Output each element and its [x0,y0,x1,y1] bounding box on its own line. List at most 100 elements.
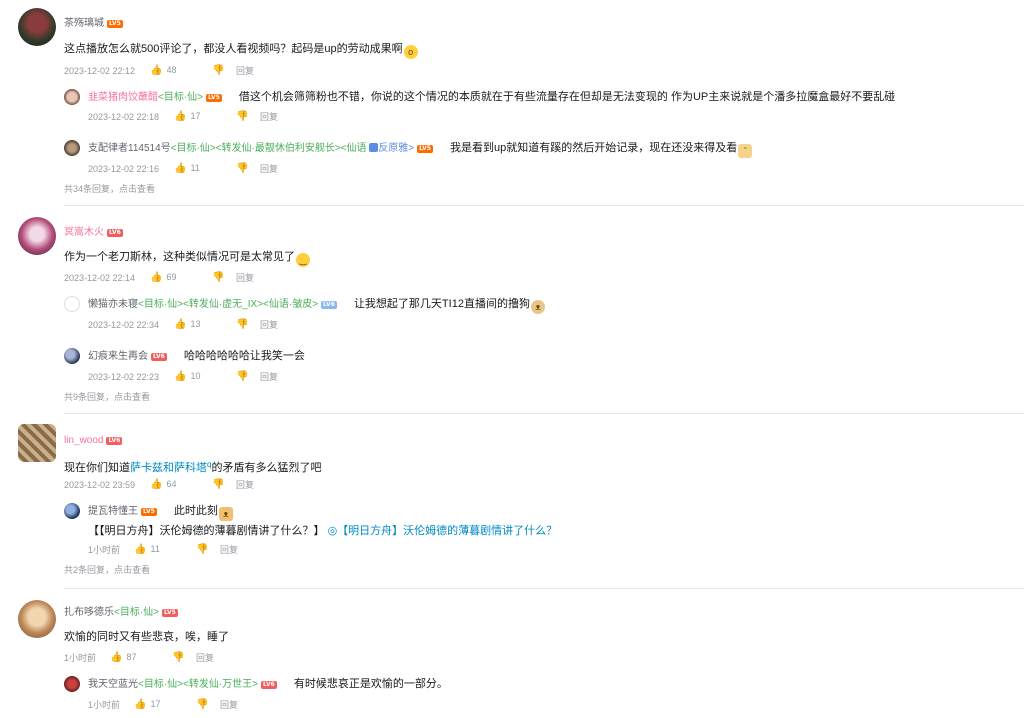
view-more-replies[interactable]: 共9条回复，点击查看 [64,391,150,403]
reply-button[interactable]: 回复 [220,699,238,711]
translate-icon [369,143,379,152]
reply-button[interactable]: 回复 [236,479,254,491]
thumb-down-icon: 👎 [212,65,225,77]
reply-row: 提瓦特懂王 LV5 此时此刻 ᴥ [88,504,233,521]
dislike-button[interactable]: 👎 [236,110,260,123]
divider [64,205,1024,206]
reply-text: 哈哈哈哈哈哈让我笑一会 [183,350,305,362]
thumb-up-icon: 👍 [174,111,187,123]
reply-row: 懒猫亦未寝<目标·仙><转发仙·虚无_IX><仙语·皱皮> LV6 让我想起了那几… [88,297,545,314]
comment-meta: 2023-12-02 23:59 👍 64 👎 回复 [64,478,255,491]
thumb-down-icon: 👎 [236,319,249,331]
search-link[interactable]: 萨卡兹和萨科塔 [130,462,207,474]
thumb-up-icon: 👍 [174,163,187,175]
reply-text: 借这个机会筛筛粉也不错，你说的这个情况的本质就在于有些流量存在但却是无法变现的 … [238,91,896,103]
comment-text: 作为一个老刀斯林，这种类似情况可是太常见了 ‿ [64,250,310,267]
reply-button[interactable]: 回复 [260,111,278,123]
thumb-up-icon: 👍 [134,544,147,556]
dislike-button[interactable]: 👎 [212,64,236,77]
thumb-up-icon: 👍 [134,699,147,711]
avatar[interactable] [18,217,56,255]
username[interactable]: 扎布哆德乐 [64,607,114,618]
dislike-button[interactable]: 👎 [196,543,220,556]
level-badge: LV5 [107,20,123,28]
reply-button[interactable]: 回复 [260,371,278,383]
thumb-up-icon: 👍 [110,652,123,664]
avatar[interactable] [64,296,80,312]
like-button[interactable]: 👍 10 [174,370,236,383]
like-button[interactable]: 👍 11 [174,162,236,175]
reply-username: 韭菜猪肉饺蘸醋<目标·仙> LV5 [88,92,222,103]
like-button[interactable]: 👍 11 [134,543,196,556]
like-button[interactable]: 👍 48 [150,64,212,77]
like-button[interactable]: 👍 64 [150,478,212,491]
like-button[interactable]: 👍 69 [150,271,212,284]
reply-meta: 1小时前 👍 17 👎 回复 [88,698,239,711]
avatar[interactable] [64,503,80,519]
smile-emoji-icon: ‿ [296,253,310,267]
surprised-emoji-icon: o [403,45,418,59]
reply-text: 让我想起了那几天TI12直播间的撸狗 ᴥ [354,298,545,314]
reply-text: 我是看到up就知道有蹊的然后开始记录，现在还没来得及看 ˇ [450,142,753,158]
reply-button[interactable]: 回复 [236,272,254,284]
dislike-button[interactable]: 👎 [196,698,220,711]
reply-button[interactable]: 回复 [260,319,278,331]
comment-text: 现在你们知道萨卡兹和萨科塔q的矛盾有多么猛烈了吧 [64,460,322,474]
like-button[interactable]: 👍 87 [110,651,172,664]
reply-meta: 2023-12-02 22:34 👍 13 👎 回复 [88,318,279,331]
thumb-down-icon: 👎 [212,479,225,491]
reply-button[interactable]: 回复 [260,163,278,175]
dislike-button[interactable]: 👎 [212,271,236,284]
doge-emoji-icon: ᴥ [218,507,233,521]
avatar[interactable] [64,676,80,692]
dislike-button[interactable]: 👎 [212,478,236,491]
dislike-button[interactable]: 👎 [236,370,260,383]
reply-button[interactable]: 回复 [236,65,254,77]
dog-emoji-icon: ᴥ [530,300,545,314]
level-badge: LV5 [162,609,178,617]
dislike-button[interactable]: 👎 [236,318,260,331]
thumb-down-icon: 👎 [212,272,225,284]
video-link[interactable]: ◎【明日方舟】沃伦姆德的薄暮剧情讲了什么？ [328,525,558,537]
avatar[interactable] [18,424,56,462]
thumb-up-icon: 👍 [150,272,163,284]
thumb-down-icon: 👎 [196,699,209,711]
reply-row: 我天空蓝光<目标·仙><转发仙·万世王> LV6 有时候悲哀正是欢愉的一部分。 [88,678,448,690]
reply-button[interactable]: 回复 [196,652,214,664]
like-button[interactable]: 👍 17 [134,698,196,711]
thumb-down-icon: 👎 [196,544,209,556]
reply-text: 有时候悲哀正是欢愉的一部分。 [293,678,448,690]
reply-row: 支配律者114514号<目标·仙><转发仙·最靓休伯利安舰长><仙语 反原雅> L… [88,141,753,158]
thumb-down-icon: 👎 [236,111,249,123]
reply-text-line2: 【【明日方舟】沃伦姆德的薄暮剧情讲了什么？】 ◎【明日方舟】沃伦姆德的薄暮剧情讲… [88,525,558,537]
thumb-down-icon: 👎 [236,371,249,383]
thumb-up-icon: 👍 [174,371,187,383]
avatar[interactable] [64,348,80,364]
dislike-button[interactable]: 👎 [172,651,196,664]
thumb-up-icon: 👍 [150,65,163,77]
avatar[interactable] [18,8,56,46]
comment-text: 欢愉的同时又有些悲哀，唉，睡了 [64,631,229,643]
username[interactable]: 茶殇璃城 [64,18,104,29]
reply-row: 韭菜猪肉饺蘸醋<目标·仙> LV5 借这个机会筛筛粉也不错，你说的这个情况的本质就… [88,90,895,104]
avatar[interactable] [18,600,56,638]
thumb-down-icon: 👎 [172,652,185,664]
like-button[interactable]: 👍 13 [174,318,236,331]
reply-meta: 2023-12-02 22:18 👍 17 👎 回复 [88,110,279,123]
username[interactable]: 冥嵩木火 [64,227,104,238]
thumb-down-icon: 👎 [236,163,249,175]
view-more-replies[interactable]: 共34条回复，点击查看 [64,183,155,195]
like-button[interactable]: 👍 17 [174,110,236,123]
avatar[interactable] [64,140,80,156]
username-row: 茶殇璃城 LV5 [64,18,123,30]
timestamp: 2023-12-02 22:12 [64,65,136,76]
view-more-replies[interactable]: 共2条回复，点击查看 [64,564,150,576]
reply-button[interactable]: 回复 [220,544,238,556]
comment-meta: 2023-12-02 22:14 👍 69 👎 回复 [64,271,255,284]
comment-meta: 2023-12-02 22:12 👍 48 👎 回复 [64,64,254,77]
reply-meta: 2023-12-02 22:23 👍 10 👎 回复 [88,370,279,383]
level-badge: LV6 [106,437,123,445]
avatar[interactable] [64,89,80,105]
username[interactable]: lin_wood [64,435,103,446]
dislike-button[interactable]: 👎 [236,162,260,175]
